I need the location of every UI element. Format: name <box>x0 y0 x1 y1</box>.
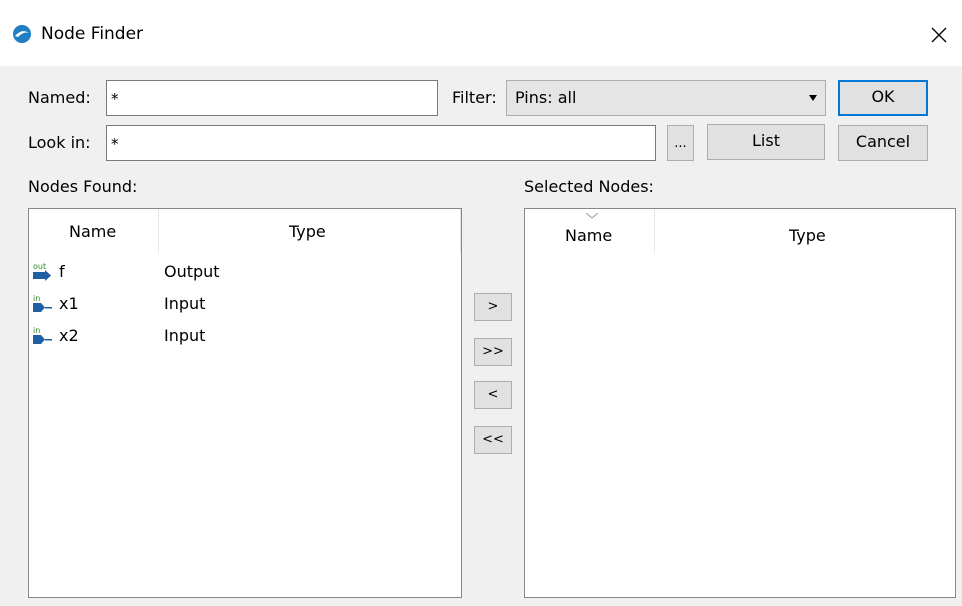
column-header-name[interactable]: Name <box>69 221 116 243</box>
input-pin-icon: in <box>33 326 52 344</box>
column-header-type[interactable]: Type <box>289 221 326 243</box>
window-title: Node Finder <box>41 24 144 44</box>
column-header-name[interactable]: Name <box>565 225 612 247</box>
node-name: x2 <box>59 326 79 345</box>
node-type: Input <box>164 326 206 345</box>
look-in-label: Look in: <box>28 133 91 152</box>
browse-button[interactable]: ... <box>667 125 694 161</box>
input-pin-icon: in <box>33 294 52 312</box>
column-divider[interactable] <box>460 209 461 253</box>
sort-indicator-icon <box>586 213 598 219</box>
cancel-button[interactable]: Cancel <box>838 125 928 161</box>
list-button[interactable]: List <box>707 124 825 160</box>
selected-nodes-list[interactable]: Name Type <box>524 208 956 598</box>
nodes-found-label: Nodes Found: <box>28 177 138 196</box>
close-icon <box>931 27 947 43</box>
app-logo-icon <box>13 25 31 43</box>
node-type: Output <box>164 262 220 281</box>
filter-label: Filter: <box>452 88 497 107</box>
node-finder-window: Node Finder Named: * Filter: Pins: all O… <box>0 0 962 606</box>
column-divider[interactable] <box>654 209 655 253</box>
selected-nodes-label: Selected Nodes: <box>524 177 654 196</box>
filter-selected-value: Pins: all <box>515 88 577 107</box>
svg-text:in: in <box>33 294 40 303</box>
svg-text:out: out <box>33 262 46 271</box>
node-name: f <box>59 262 65 281</box>
filter-select[interactable]: Pins: all <box>506 80 826 116</box>
remove-all-button[interactable]: << <box>474 426 512 454</box>
named-input[interactable]: * <box>106 80 438 116</box>
column-header-type[interactable]: Type <box>789 225 826 247</box>
list-item[interactable]: in x1 Input <box>29 293 459 325</box>
svg-text:in: in <box>33 326 40 335</box>
close-button[interactable] <box>924 20 954 50</box>
dialog-content: Named: * Filter: Pins: all OK Look in: *… <box>0 66 962 606</box>
list-item[interactable]: out f Output <box>29 261 459 293</box>
look-in-input[interactable]: * <box>106 125 656 161</box>
named-label: Named: <box>28 88 91 107</box>
add-all-button[interactable]: >> <box>474 338 512 366</box>
nodes-found-header: Name Type <box>29 209 461 253</box>
remove-selected-button[interactable]: < <box>474 381 512 409</box>
list-item[interactable]: in x2 Input <box>29 325 459 357</box>
output-pin-icon: out <box>33 262 51 281</box>
chevron-down-icon <box>809 95 817 101</box>
nodes-found-list[interactable]: Name Type out f Output in x1 Input in x2… <box>28 208 462 598</box>
ok-button[interactable]: OK <box>838 80 928 116</box>
node-name: x1 <box>59 294 79 313</box>
add-selected-button[interactable]: > <box>474 293 512 321</box>
column-divider[interactable] <box>158 209 159 253</box>
selected-nodes-header: Name Type <box>525 209 955 253</box>
title-bar: Node Finder <box>0 0 962 67</box>
node-type: Input <box>164 294 206 313</box>
